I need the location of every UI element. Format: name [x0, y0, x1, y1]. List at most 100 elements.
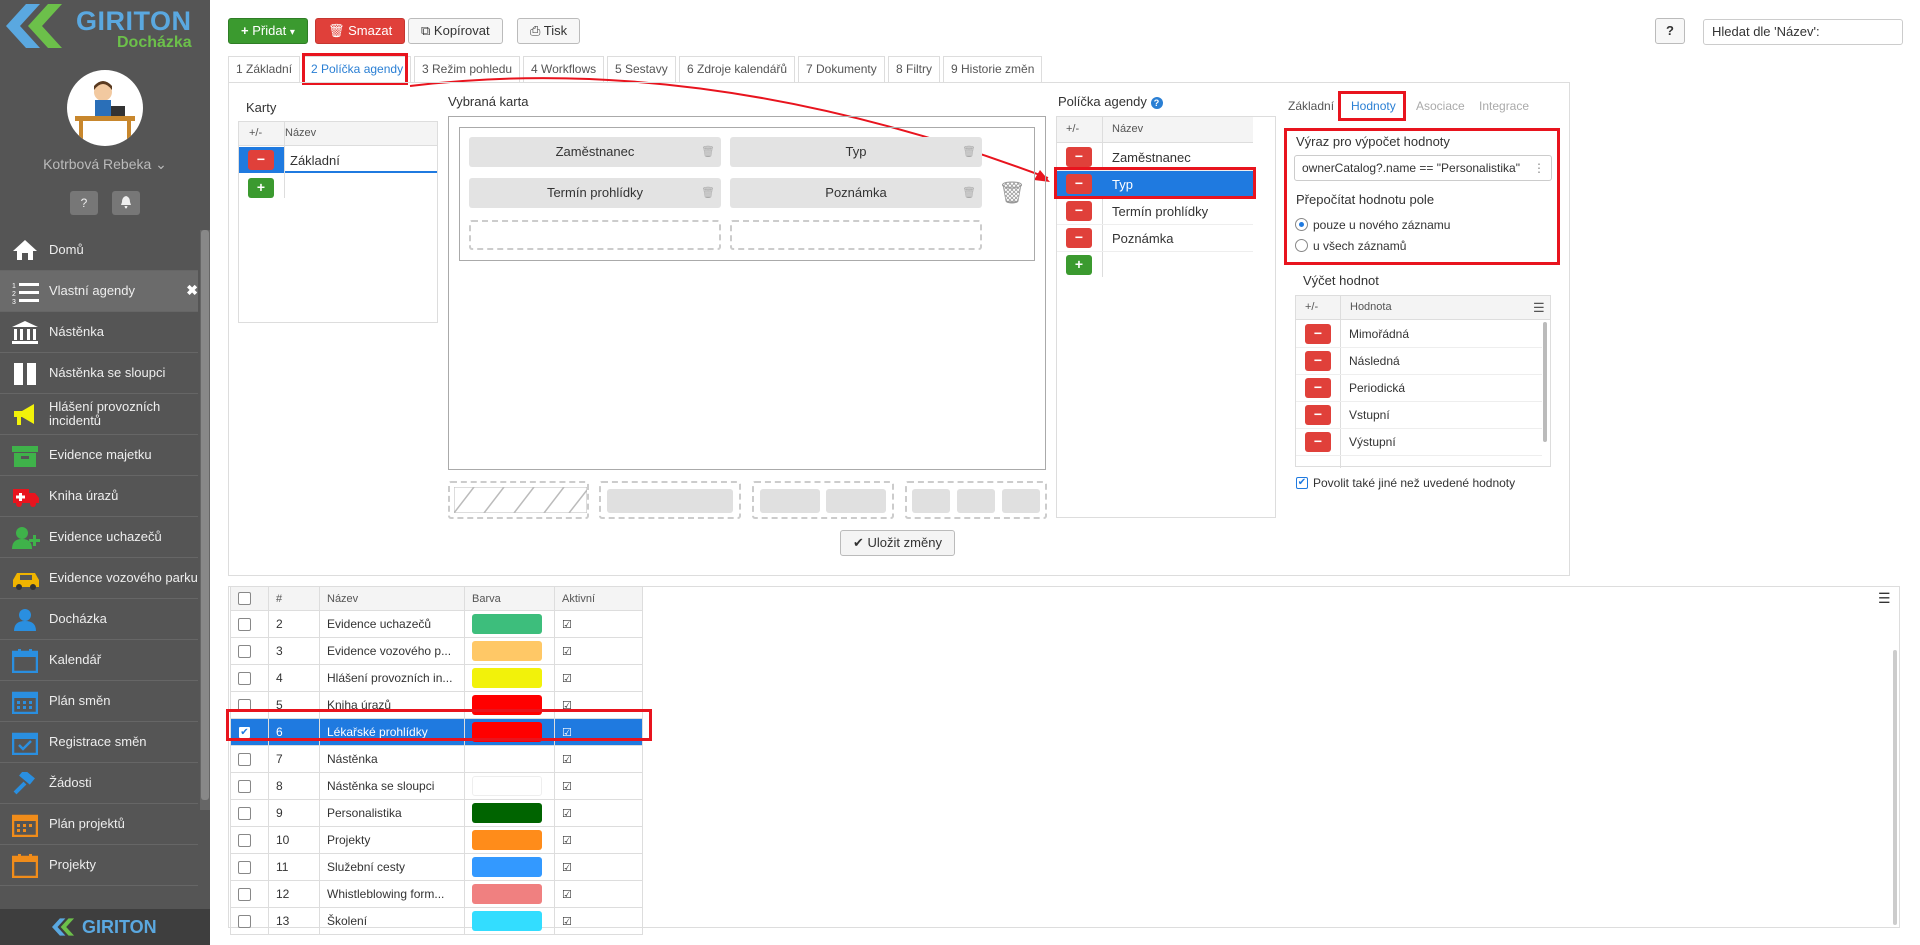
- help-button[interactable]: ?: [70, 191, 98, 215]
- sidebar-scrollbar[interactable]: [200, 230, 210, 810]
- row-checkbox[interactable]: [238, 699, 251, 713]
- notifications-button[interactable]: [112, 191, 140, 215]
- field-row[interactable]: − Poznámka: [1057, 225, 1253, 252]
- table-scrollbar[interactable]: [1893, 650, 1897, 925]
- remove-value-button[interactable]: −: [1305, 432, 1331, 452]
- sidebar-item-4[interactable]: Nástěnka se sloupci: [0, 353, 198, 394]
- table-row[interactable]: 5 Kniha úrazů ☑: [230, 691, 643, 719]
- props-tab-3[interactable]: Asociace: [1416, 99, 1465, 113]
- save-changes-button[interactable]: ✔ Uložit změny: [840, 530, 955, 556]
- sidebar-item-16[interactable]: Projekty: [0, 845, 198, 886]
- row-checkbox[interactable]: [238, 753, 251, 767]
- props-tab-1[interactable]: Základní: [1288, 99, 1334, 113]
- field-chip[interactable]: Termín prohlídky 🗑: [469, 178, 721, 208]
- more-icon[interactable]: ⋮: [1533, 156, 1545, 180]
- row-checkbox[interactable]: ✔: [238, 726, 251, 740]
- copy-button[interactable]: ⧉ Kopírovat: [408, 18, 503, 44]
- row-checkbox[interactable]: [238, 807, 251, 821]
- avatar[interactable]: [67, 70, 143, 146]
- sidebar-item-1[interactable]: Domů: [0, 230, 198, 271]
- remove-field-button[interactable]: −: [1066, 174, 1092, 194]
- sidebar-item-10[interactable]: Docházka: [0, 599, 198, 640]
- menu-icon[interactable]: ☰: [1533, 300, 1545, 316]
- table-row[interactable]: 13 Školení ☑: [230, 907, 643, 935]
- remove-value-button[interactable]: −: [1305, 378, 1331, 398]
- remove-field-button[interactable]: −: [1066, 147, 1092, 167]
- sidebar-item-8[interactable]: Evidence uchazečů: [0, 517, 198, 558]
- remove-value-button[interactable]: −: [1305, 351, 1331, 371]
- trash-icon[interactable]: 🗑: [701, 186, 715, 200]
- layout-template-three[interactable]: [905, 481, 1047, 519]
- table-row[interactable]: 9 Personalistika ☑: [230, 799, 643, 827]
- col-color[interactable]: Barva: [464, 586, 555, 611]
- field-row[interactable]: − Termín prohlídky: [1057, 198, 1253, 225]
- layout-template-hatched[interactable]: [448, 481, 589, 519]
- remove-field-button[interactable]: −: [1066, 228, 1092, 248]
- sidebar-item-15[interactable]: Plán projektů: [0, 804, 198, 845]
- table-row[interactable]: 4 Hlášení provozních in... ☑: [230, 664, 643, 692]
- sidebar-item-14[interactable]: Žádosti: [0, 763, 198, 804]
- select-all-checkbox[interactable]: [238, 592, 251, 605]
- remove-value-button[interactable]: −: [1305, 324, 1331, 344]
- col-active[interactable]: Aktivní: [554, 586, 643, 611]
- sidebar-item-7[interactable]: Kniha úrazů: [0, 476, 198, 517]
- row-checkbox[interactable]: [238, 645, 251, 659]
- sidebar-item-5[interactable]: Hlášení provozních incidentů: [0, 394, 198, 435]
- layout-template-two[interactable]: [752, 481, 894, 519]
- sidebar-item-13[interactable]: Registrace směn: [0, 722, 198, 763]
- field-chip[interactable]: Poznámka 🗑: [730, 178, 982, 208]
- table-row[interactable]: ✔ 6 Lékařské prohlídky ☑: [230, 718, 643, 746]
- expr-input[interactable]: ownerCatalog?.name == "Personalistika" ⋮: [1294, 155, 1552, 181]
- enum-row[interactable]: − Mimořádná: [1296, 321, 1542, 348]
- props-tab-4[interactable]: Integrace: [1479, 99, 1529, 113]
- allow-other-checkbox[interactable]: ✔: [1296, 477, 1308, 489]
- row-checkbox[interactable]: [238, 888, 251, 902]
- card-row[interactable]: Základní: [285, 147, 437, 173]
- remove-field-button[interactable]: −: [1066, 201, 1092, 221]
- tab-2[interactable]: 2 Políčka agendy: [303, 56, 412, 82]
- row-checkbox[interactable]: [238, 861, 251, 875]
- enum-row[interactable]: − Výstupní: [1296, 429, 1542, 456]
- user-menu[interactable]: Kotrbová Rebeka ⌄: [0, 156, 210, 173]
- field-row[interactable]: − Zaměstnanec: [1057, 144, 1253, 171]
- radio-all[interactable]: [1295, 239, 1308, 252]
- app-logo[interactable]: GIRITON Docházka: [0, 0, 210, 62]
- trash-icon[interactable]: 🗑: [962, 145, 976, 159]
- search-input[interactable]: Hledat dle 'Název':: [1703, 19, 1903, 45]
- add-field-button[interactable]: +: [1066, 255, 1092, 275]
- print-button[interactable]: ⎙ Tisk: [517, 18, 581, 44]
- trash-drop-icon[interactable]: 🗑: [998, 180, 1026, 206]
- row-checkbox[interactable]: [238, 780, 251, 794]
- sidebar-item-12[interactable]: Plán směn: [0, 681, 198, 722]
- table-row[interactable]: 12 Whistleblowing form... ☑: [230, 880, 643, 908]
- remove-value-button[interactable]: −: [1305, 405, 1331, 425]
- table-row[interactable]: 7 Nástěnka ☑: [230, 745, 643, 773]
- col-name[interactable]: Název: [319, 586, 465, 611]
- radio-new-only[interactable]: [1295, 218, 1308, 231]
- table-row[interactable]: 10 Projekty ☑: [230, 826, 643, 854]
- enum-row[interactable]: − Periodická: [1296, 375, 1542, 402]
- layout-template-one[interactable]: [599, 481, 741, 519]
- row-checkbox[interactable]: [238, 834, 251, 848]
- row-checkbox[interactable]: [238, 915, 251, 929]
- table-row[interactable]: 3 Evidence vozového p... ☑: [230, 637, 643, 665]
- table-row[interactable]: 2 Evidence uchazečů ☑: [230, 610, 643, 638]
- enum-row[interactable]: − Vstupní: [1296, 402, 1542, 429]
- add-button[interactable]: + Přidat ▾: [228, 18, 308, 44]
- props-tab-2[interactable]: Hodnoty: [1351, 99, 1396, 113]
- question-circle-icon[interactable]: ?: [1150, 97, 1163, 109]
- help-toolbar-button[interactable]: ?: [1655, 18, 1685, 44]
- menu-icon[interactable]: ☰: [1878, 590, 1891, 607]
- table-row[interactable]: 8 Nástěnka se sloupci ☑: [230, 772, 643, 800]
- sidebar-item-2[interactable]: 1 2 3 Vlastní agendy ✖: [0, 271, 198, 312]
- row-checkbox[interactable]: [238, 618, 251, 632]
- tab-1[interactable]: 1 Základní: [228, 56, 301, 82]
- trash-icon[interactable]: 🗑: [701, 145, 715, 159]
- sidebar-item-11[interactable]: Kalendář: [0, 640, 198, 681]
- remove-card-button[interactable]: −: [248, 150, 274, 170]
- field-chip[interactable]: Typ 🗑: [730, 137, 982, 167]
- table-row[interactable]: 11 Služební cesty ☑: [230, 853, 643, 881]
- field-chip[interactable]: Zaměstnanec 🗑: [469, 137, 721, 167]
- add-card-button[interactable]: +: [248, 178, 274, 198]
- sidebar-item-6[interactable]: Evidence majetku: [0, 435, 198, 476]
